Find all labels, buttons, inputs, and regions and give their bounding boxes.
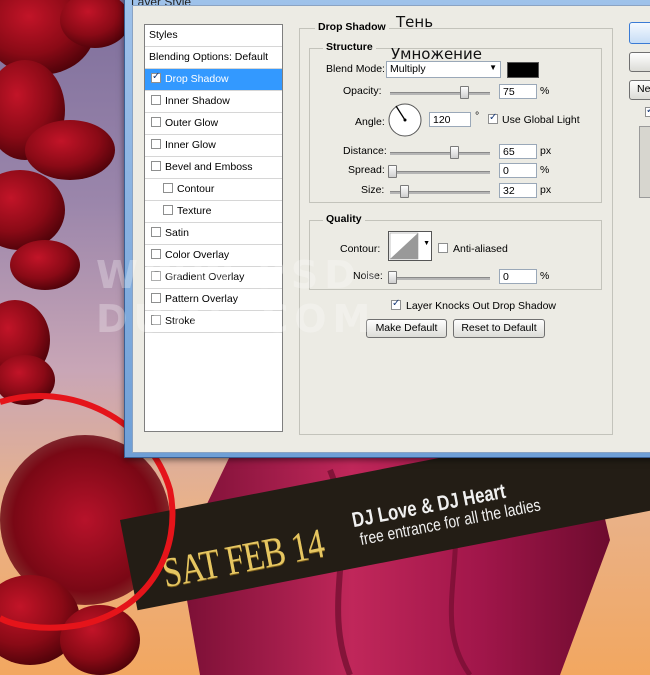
distance-field[interactable]: 65 bbox=[499, 144, 537, 159]
dialog-client-area: Styles Blending Options: Default Drop Shad… bbox=[132, 5, 650, 453]
quality-title: Quality bbox=[323, 213, 365, 225]
blend-mode-label: Blend Mode: bbox=[326, 63, 385, 75]
size-field[interactable]: 32 bbox=[499, 183, 537, 198]
annotation-ten: Тень bbox=[396, 13, 434, 31]
drop-shadow-title: Drop Shadow bbox=[315, 21, 389, 33]
opacity-slider-thumb[interactable] bbox=[460, 86, 469, 99]
style-item-label: Bevel and Emboss bbox=[165, 161, 253, 173]
style-item-styles[interactable]: Styles bbox=[145, 25, 282, 47]
anti-aliased-checkbox[interactable] bbox=[438, 243, 448, 253]
style-item-contour[interactable]: Contour bbox=[145, 179, 282, 201]
annotation-umnozhenie: Умножение bbox=[391, 45, 482, 63]
angle-dial-icon[interactable] bbox=[387, 102, 423, 138]
opacity-label: Opacity: bbox=[343, 85, 382, 97]
new-style-button[interactable]: Ne bbox=[629, 80, 650, 100]
structure-title: Structure bbox=[323, 41, 376, 53]
styles-list: Styles Blending Options: Default Drop Shad… bbox=[144, 24, 283, 432]
style-item-checkbox[interactable] bbox=[151, 161, 161, 171]
angle-label: Angle: bbox=[355, 116, 385, 128]
opacity-unit: % bbox=[540, 85, 550, 97]
spread-slider[interactable] bbox=[390, 171, 490, 174]
blend-mode-value: Multiply bbox=[390, 63, 426, 75]
spread-slider-thumb[interactable] bbox=[388, 165, 397, 178]
size-unit: px bbox=[540, 184, 552, 196]
distance-slider-thumb[interactable] bbox=[450, 146, 460, 159]
blend-mode-select[interactable]: Multiply ▼ bbox=[386, 61, 501, 78]
style-item-outer-glow[interactable]: Outer Glow bbox=[145, 113, 282, 135]
angle-field[interactable]: 120 bbox=[429, 112, 471, 127]
style-item-label: Drop Shadow bbox=[165, 73, 229, 85]
distance-label: Distance: bbox=[343, 145, 387, 157]
style-item-blending-options-default[interactable]: Blending Options: Default bbox=[145, 47, 282, 69]
style-item-checkbox[interactable] bbox=[151, 227, 161, 237]
layer-style-dialog: Layer Style StylesBlending Options: Defa… bbox=[124, 0, 650, 458]
watermark-text: WWW.PSD-DUDE.COM bbox=[96, 253, 385, 341]
preview-checkbox[interactable] bbox=[645, 105, 650, 117]
style-item-inner-shadow[interactable]: Inner Shadow bbox=[145, 91, 282, 113]
style-item-label: Contour bbox=[177, 183, 215, 195]
angle-unit: ° bbox=[475, 110, 480, 122]
style-item-checkbox[interactable] bbox=[163, 205, 173, 215]
style-item-label: Texture bbox=[177, 205, 212, 217]
style-item-inner-glow[interactable]: Inner Glow bbox=[145, 135, 282, 157]
use-global-light-label: Use Global Light bbox=[502, 114, 580, 126]
style-item-bevel-and-emboss[interactable]: Bevel and Emboss bbox=[145, 157, 282, 179]
distance-slider[interactable] bbox=[390, 152, 490, 155]
preview-thumbnail bbox=[639, 126, 650, 198]
style-item-label: Inner Shadow bbox=[165, 95, 230, 107]
style-item-label: Styles bbox=[149, 29, 178, 41]
opacity-field[interactable]: 75 bbox=[499, 84, 537, 99]
style-item-label: Outer Glow bbox=[165, 117, 219, 129]
style-item-checkbox[interactable] bbox=[151, 71, 161, 83]
style-item-checkbox[interactable] bbox=[151, 117, 161, 127]
size-slider-thumb[interactable] bbox=[400, 185, 410, 198]
opacity-slider[interactable] bbox=[390, 92, 490, 95]
spread-unit: % bbox=[540, 164, 550, 176]
spread-label: Spread: bbox=[348, 164, 385, 176]
style-item-checkbox[interactable] bbox=[151, 95, 161, 105]
cancel-button[interactable] bbox=[629, 52, 650, 72]
style-item-checkbox[interactable] bbox=[151, 139, 161, 149]
style-item-drop-shadow[interactable]: Drop Shadow bbox=[145, 69, 282, 91]
style-item-label: Blending Options: Default bbox=[149, 51, 269, 63]
style-item-texture[interactable]: Texture bbox=[145, 201, 282, 223]
shadow-color-swatch[interactable] bbox=[507, 62, 539, 78]
ok-button[interactable] bbox=[629, 22, 650, 44]
style-item-label: Inner Glow bbox=[165, 139, 216, 151]
distance-unit: px bbox=[540, 145, 552, 157]
size-label: Size: bbox=[361, 184, 385, 196]
style-item-checkbox[interactable] bbox=[163, 183, 173, 193]
style-item-label: Satin bbox=[165, 227, 189, 239]
style-item-satin[interactable]: Satin bbox=[145, 223, 282, 245]
spread-field[interactable]: 0 bbox=[499, 163, 537, 178]
chevron-down-icon: ▼ bbox=[489, 63, 497, 72]
use-global-light-checkbox[interactable] bbox=[488, 112, 498, 124]
chevron-down-icon: ▼ bbox=[423, 240, 430, 247]
